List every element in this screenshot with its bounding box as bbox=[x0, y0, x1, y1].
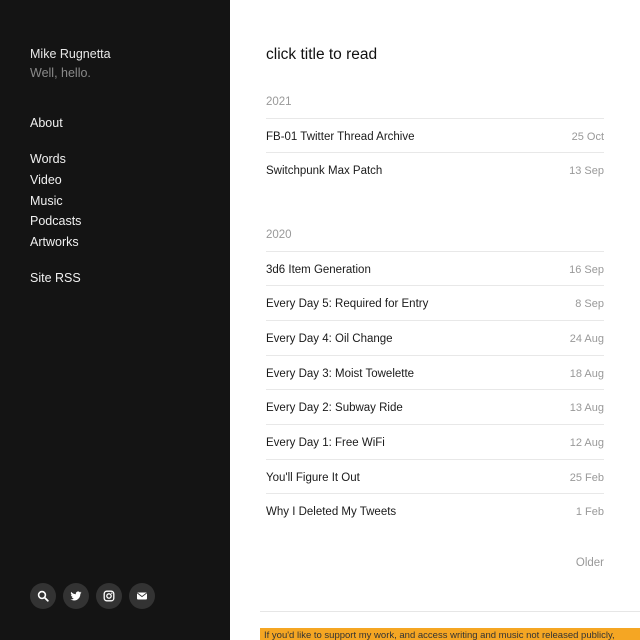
nav-words[interactable]: Words bbox=[30, 152, 66, 166]
post-date: 25 Feb bbox=[569, 471, 604, 484]
post-row[interactable]: Every Day 1: Free WiFi 12 Aug bbox=[266, 424, 604, 460]
post-date: 13 Aug bbox=[569, 401, 604, 414]
post-row[interactable]: Why I Deleted My Tweets 1 Feb bbox=[266, 493, 604, 529]
site-tagline: Well, hello. bbox=[30, 66, 91, 80]
post-row[interactable]: Every Day 3: Moist Towelette 18 Aug bbox=[266, 355, 604, 391]
post-date: 25 Oct bbox=[571, 130, 604, 143]
post-date: 16 Sep bbox=[569, 263, 604, 276]
instagram-icon bbox=[103, 590, 115, 602]
post-row[interactable]: Switchpunk Max Patch 13 Sep bbox=[266, 152, 604, 188]
nav-podcasts[interactable]: Podcasts bbox=[30, 214, 81, 228]
older-posts-link[interactable]: Older bbox=[576, 557, 604, 569]
year-heading-2021: 2021 bbox=[266, 96, 292, 108]
post-title: Every Day 1: Free WiFi bbox=[266, 436, 385, 449]
post-title: Switchpunk Max Patch bbox=[266, 164, 383, 177]
post-date: 18 Aug bbox=[569, 367, 604, 380]
post-title: FB-01 Twitter Thread Archive bbox=[266, 130, 415, 143]
nav-about[interactable]: About bbox=[30, 116, 63, 130]
post-row[interactable]: Every Day 2: Subway Ride 13 Aug bbox=[266, 389, 604, 425]
footer-divider bbox=[260, 611, 640, 612]
nav-video[interactable]: Video bbox=[30, 173, 62, 187]
page-title: click title to read bbox=[266, 46, 378, 63]
twitter-icon bbox=[70, 591, 82, 601]
post-date: 12 Aug bbox=[569, 436, 604, 449]
nav-site-rss[interactable]: Site RSS bbox=[30, 271, 81, 285]
nav-artworks[interactable]: Artworks bbox=[30, 235, 79, 249]
search-icon bbox=[37, 590, 49, 602]
email-link[interactable] bbox=[129, 583, 155, 609]
post-title: You'll Figure It Out bbox=[266, 471, 360, 484]
post-date: 1 Feb bbox=[575, 505, 604, 518]
social-links bbox=[30, 583, 155, 609]
sidebar: Mike Rugnetta Well, hello. About Words V… bbox=[0, 0, 230, 640]
post-row[interactable]: 3d6 Item Generation 16 Sep bbox=[266, 251, 604, 287]
post-date: 24 Aug bbox=[569, 332, 604, 345]
post-title: Why I Deleted My Tweets bbox=[266, 505, 397, 518]
year-heading-2020: 2020 bbox=[266, 229, 292, 241]
email-icon bbox=[137, 592, 147, 600]
post-title: Every Day 4: Oil Change bbox=[266, 332, 393, 345]
post-title: Every Day 2: Subway Ride bbox=[266, 401, 403, 414]
nav-music[interactable]: Music bbox=[30, 194, 63, 208]
site-name[interactable]: Mike Rugnetta bbox=[30, 47, 111, 61]
post-date: 13 Sep bbox=[569, 164, 604, 177]
instagram-link[interactable] bbox=[96, 583, 122, 609]
post-row[interactable]: Every Day 4: Oil Change 24 Aug bbox=[266, 320, 604, 356]
post-row[interactable]: You'll Figure It Out 25 Feb bbox=[266, 459, 604, 495]
post-row[interactable]: FB-01 Twitter Thread Archive 25 Oct bbox=[266, 118, 604, 154]
post-title: Every Day 3: Moist Towelette bbox=[266, 367, 415, 380]
twitter-link[interactable] bbox=[63, 583, 89, 609]
post-date: 8 Sep bbox=[575, 297, 604, 310]
post-title: 3d6 Item Generation bbox=[266, 263, 371, 276]
post-row[interactable]: Every Day 5: Required for Entry 8 Sep bbox=[266, 285, 604, 321]
search-button[interactable] bbox=[30, 583, 56, 609]
support-banner[interactable]: If you'd like to support my work, and ac… bbox=[260, 628, 640, 640]
main-content: click title to read 2021 FB-01 Twitter T… bbox=[230, 0, 640, 640]
post-title: Every Day 5: Required for Entry bbox=[266, 297, 429, 310]
